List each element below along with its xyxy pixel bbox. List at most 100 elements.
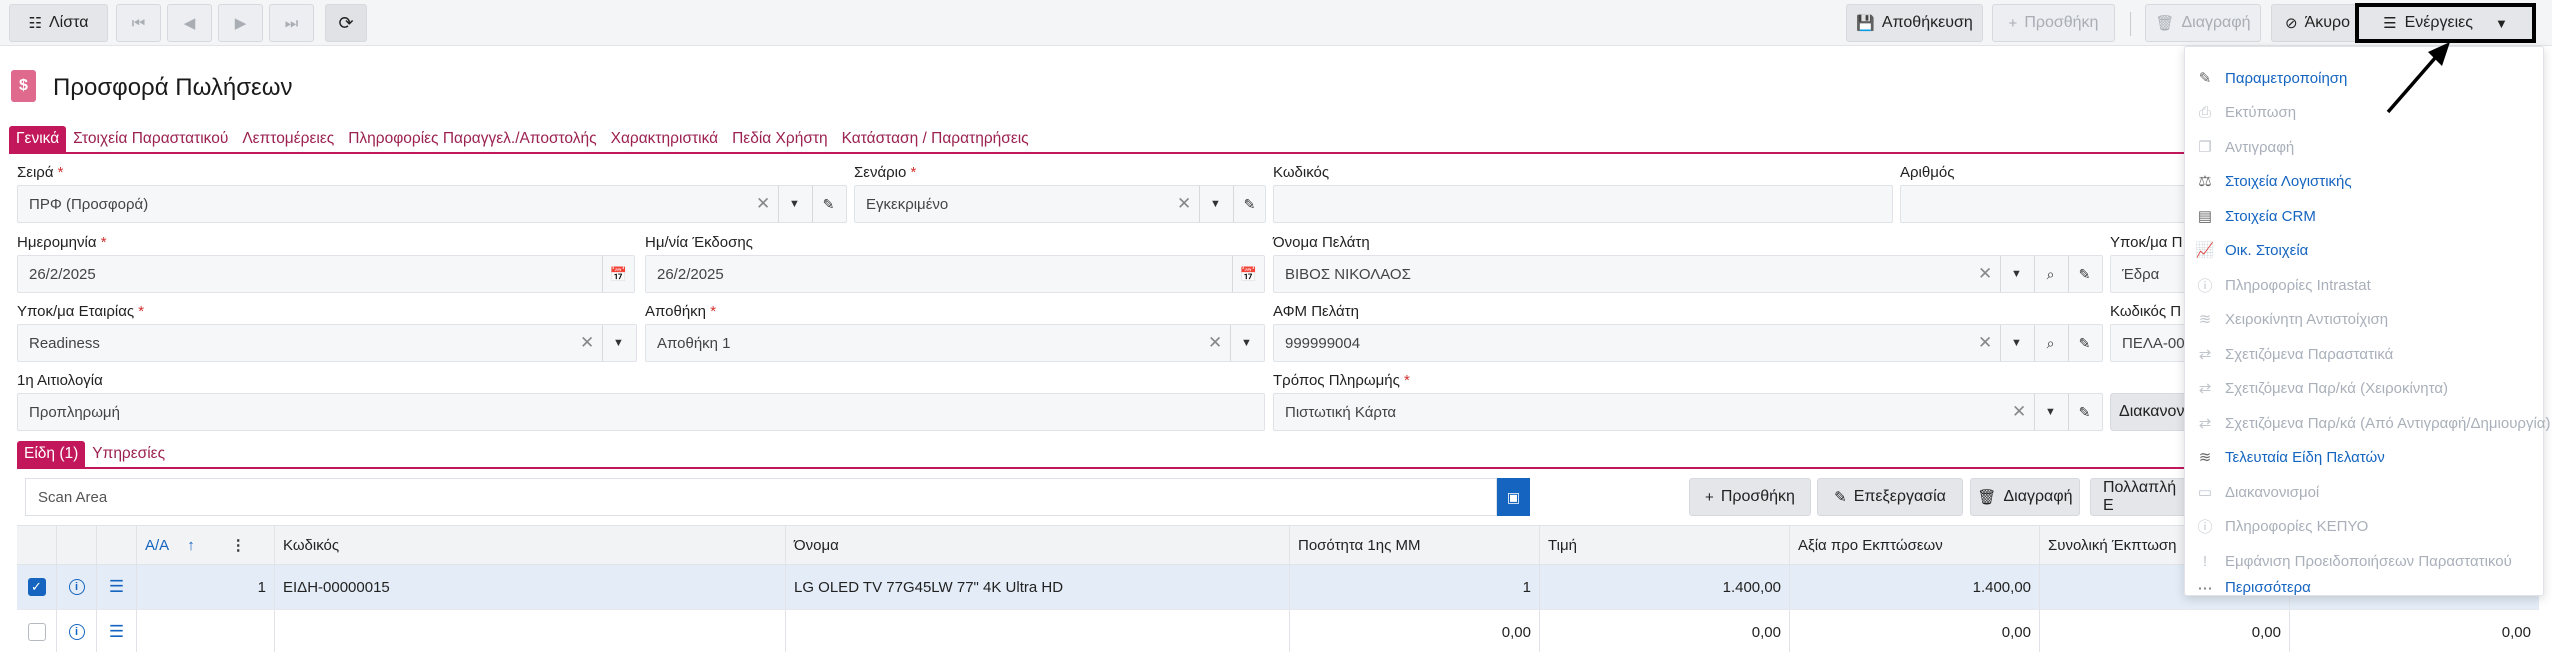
tab-order-shipping[interactable]: Πληροφορίες Παραγγελ./Αποστολής (341, 126, 603, 152)
menu-item-manual-match[interactable]: ≋ Χειροκίνητη Αντιστοίχιση (2185, 302, 2545, 336)
customer-name-field[interactable]: ΒΙΒΟΣ ΝΙΚΟΛΑΟΣ ✕ ▼ ⌕ ✎ (1273, 255, 2103, 293)
add-button[interactable]: + Προσθήκη (1992, 4, 2115, 42)
menu-item-settlements[interactable]: ▭ Διακανονισμοί (2185, 475, 2545, 509)
reason-field[interactable]: Προπληρωμή (17, 393, 1265, 431)
series-field[interactable]: ΠΡΦ (Προσφορά) ✕ ▼ ✎ (17, 185, 847, 223)
info-icon[interactable]: i (68, 624, 85, 640)
date-field[interactable]: 26/2/2025 📅 (17, 255, 635, 293)
delete-button[interactable]: 🗑 Διαγραφή (2145, 4, 2261, 42)
row-checkbox[interactable] (27, 623, 46, 641)
clear-icon[interactable]: ✕ (580, 333, 594, 353)
number-field[interactable] (1900, 185, 2190, 223)
delete-line-button[interactable]: 🗑 Διαγραφή (1970, 478, 2080, 516)
chevron-down-icon[interactable]: ▼ (2000, 256, 2032, 292)
tab-services[interactable]: Υπηρεσίες (85, 441, 172, 467)
menu-item-related-manual[interactable]: ⇄ Σχετιζόμενα Παρ/κά (Χειροκίνητα) (2185, 371, 2545, 405)
header-code[interactable]: Κωδικός (275, 526, 786, 564)
actions-button[interactable]: ☰ Ενέργειες ▼ (2355, 3, 2536, 43)
chevron-down-icon[interactable]: ▼ (2034, 394, 2066, 430)
scenario-field[interactable]: Εγκεκριμένο ✕ ▼ ✎ (854, 185, 1266, 223)
refresh-button[interactable]: ⟳ (325, 4, 367, 42)
chevron-down-icon[interactable]: ▼ (778, 186, 810, 222)
row-checkbox[interactable]: ✓ (27, 578, 46, 596)
company-branch-value: Readiness (29, 334, 100, 352)
top-toolbar: ☷ Λίστα ⏮ ◀ ▶ ⏭ ⟳ 💾 Αποθήκευση + Προσθήκ… (0, 0, 2552, 46)
row-menu-icon[interactable]: ☰ (109, 622, 124, 642)
scan-expand-icon[interactable]: ▣ (1497, 478, 1530, 516)
code-field[interactable] (1273, 185, 1893, 223)
menu-item-crm[interactable]: ▤ Στοιχεία CRM (2185, 199, 2545, 233)
table-row[interactable]: ✓ i ☰ 1 ΕΙΔΗ-00000015 LG OLED TV 77G45LW… (17, 565, 2539, 610)
clear-icon[interactable]: ✕ (1978, 333, 1992, 353)
edit-icon[interactable]: ✎ (2068, 325, 2100, 361)
sort-up-icon[interactable]: ↑ (187, 537, 195, 554)
menu-item-intrastat[interactable]: ⓘ Πληροφορίες Intrastat (2185, 268, 2545, 302)
header-price[interactable]: Τιμή (1540, 526, 1790, 564)
payment-field[interactable]: Πιστωτική Κάρτα ✕ ▼ ✎ (1273, 393, 2103, 431)
menu-item-more[interactable]: ⋯ Περισσότερα (2185, 578, 2545, 597)
info-icon[interactable]: i (68, 579, 85, 595)
tab-details[interactable]: Λεπτομέρειες (235, 126, 341, 152)
header-name[interactable]: Όνομα (786, 526, 1290, 564)
multiple-edit-button[interactable]: Πολλαπλή Ε (2090, 478, 2190, 516)
menu-item-copy[interactable]: ❐ Αντιγραφή (2185, 130, 2545, 164)
customer-vat-field[interactable]: 999999004 ✕ ▼ ⌕ ✎ (1273, 324, 2103, 362)
issue-date-field[interactable]: 26/2/2025 📅 (645, 255, 1265, 293)
header-aa[interactable]: Α/Α ↑ ⋮ (137, 526, 275, 564)
tab-general[interactable]: Γενικά (9, 126, 67, 152)
tab-document-details[interactable]: Στοιχεία Παραστατικού (66, 126, 235, 152)
column-menu-icon[interactable]: ⋮ (231, 536, 246, 554)
list-button[interactable]: ☷ Λίστα (9, 4, 108, 42)
company-branch-field[interactable]: Readiness ✕ ▼ (17, 324, 637, 362)
chevron-down-icon[interactable]: ▼ (1230, 325, 1262, 361)
clear-icon[interactable]: ✕ (1208, 333, 1222, 353)
edit-icon[interactable]: ✎ (812, 186, 844, 222)
tab-items[interactable]: Είδη (1) (17, 441, 86, 467)
search-icon[interactable]: ⌕ (2034, 325, 2066, 361)
menu-item-financial[interactable]: 📈 Οικ. Στοιχεία (2185, 233, 2545, 267)
customer-branch-field[interactable]: Έδρα (2110, 255, 2190, 293)
tab-characteristics[interactable]: Χαρακτηριστικά (604, 126, 726, 152)
actions-button-label: Ενέργειες (2404, 14, 2473, 31)
menu-item-customize[interactable]: ✎ Παραμετροποίηση (2185, 61, 2545, 95)
menu-item-related-docs[interactable]: ⇄ Σχετιζόμενα Παραστατικά (2185, 337, 2545, 371)
menu-item-print[interactable]: ⎙ Εκτύπωση (2185, 95, 2545, 129)
previous-record-button[interactable]: ◀ (167, 4, 212, 42)
calendar-icon[interactable]: 📅 (1232, 256, 1264, 292)
tab-user-fields[interactable]: Πεδία Χρήστη (725, 126, 835, 152)
clear-icon[interactable]: ✕ (2012, 402, 2026, 422)
edit-icon[interactable]: ✎ (1233, 186, 1265, 222)
first-record-button[interactable]: ⏮ (116, 4, 161, 42)
save-button[interactable]: 💾 Αποθήκευση (1846, 4, 1983, 42)
clear-icon[interactable]: ✕ (1978, 264, 1992, 284)
next-record-button[interactable]: ▶ (218, 4, 263, 42)
menu-item-warnings[interactable]: ! Εμφάνιση Προειδοποιήσεων Παραστατικού (2185, 544, 2545, 578)
search-icon[interactable]: ⌕ (2034, 256, 2066, 292)
header-quantity[interactable]: Ποσότητα 1ης ΜΜ (1290, 526, 1540, 564)
edit-line-button[interactable]: ✎ Επεξεργασία (1817, 478, 1963, 516)
menu-item-last-items[interactable]: ≋ Τελευταία Είδη Πελατών (2185, 440, 2545, 474)
chevron-down-icon[interactable]: ▼ (602, 325, 634, 361)
header-value[interactable]: Αξία προ Εκπτώσεων (1790, 526, 2040, 564)
clear-icon[interactable]: ✕ (1177, 194, 1191, 214)
table-row[interactable]: i ☰ 0,00 0,00 0,00 0,00 0,00 (17, 610, 2539, 652)
add-line-button[interactable]: + Προσθήκη (1689, 478, 1811, 516)
chevron-down-icon[interactable]: ▼ (1199, 186, 1231, 222)
clear-icon[interactable]: ✕ (756, 194, 770, 214)
chevron-down-icon[interactable]: ▼ (2000, 325, 2032, 361)
warehouse-label: Αποθήκη * (645, 303, 717, 320)
menu-item-kepyo[interactable]: ⓘ Πληροφορίες ΚΕΠΥΟ (2185, 509, 2545, 543)
edit-icon[interactable]: ✎ (2068, 256, 2100, 292)
cancel-button[interactable]: ⊘ Άκυρο (2271, 4, 2364, 42)
tab-status-notes[interactable]: Κατάσταση / Παρατηρήσεις (835, 126, 1036, 152)
scan-area-input[interactable]: Scan Area (25, 478, 1497, 516)
warehouse-field[interactable]: Αποθήκη 1 ✕ ▼ (645, 324, 1265, 362)
calendar-icon[interactable]: 📅 (602, 256, 634, 292)
edit-icon[interactable]: ✎ (2068, 394, 2100, 430)
customer-code-field[interactable]: ΠΕΛΑ-00 (2110, 324, 2190, 362)
settlements-button[interactable]: Διακανον (2110, 393, 2190, 431)
last-record-button[interactable]: ⏭ (269, 4, 314, 42)
menu-item-accounting[interactable]: ⚖ Στοιχεία Λογιστικής (2185, 164, 2545, 198)
row-menu-icon[interactable]: ☰ (109, 577, 124, 597)
menu-item-related-copy[interactable]: ⇄ Σχετιζόμενα Παρ/κά (Από Αντιγραφή/Δημιο… (2185, 406, 2551, 440)
